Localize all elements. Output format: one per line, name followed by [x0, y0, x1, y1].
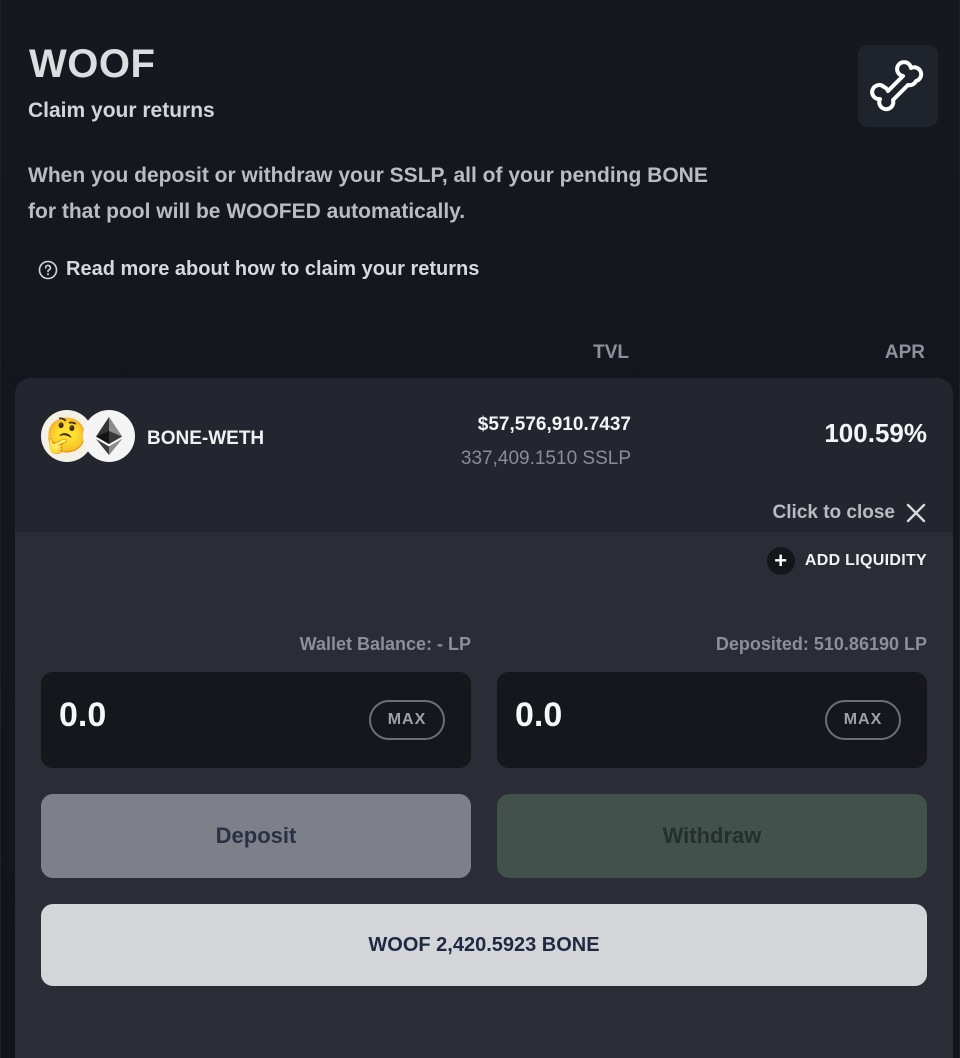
pool-row[interactable]: 🤔 BONE-WETH $57,576,910.7437 337,409.151…: [15, 378, 953, 532]
pool-tvl-usd: $57,576,910.7437: [477, 414, 631, 435]
wallet-balance: Wallet Balance: - LP: [299, 634, 471, 654]
deposit-amount-box: MAX: [41, 672, 471, 768]
tvl-column-header: TVL: [593, 342, 629, 363]
token-a-glyph: 🤔: [45, 417, 89, 455]
pool-pair-name: BONE-WETH: [147, 428, 265, 449]
deposit-button[interactable]: Deposit: [41, 794, 471, 878]
withdraw-max-button[interactable]: MAX: [825, 700, 901, 740]
ethereum-icon: [83, 410, 135, 462]
page-subtitle: Claim your returns: [28, 99, 215, 122]
woof-page: WOOF Claim your returns When you deposit…: [0, 0, 960, 1058]
description-line-2: for that pool will be WOOFED automatical…: [28, 200, 466, 223]
add-liquidity-label: ADD LIQUIDITY: [804, 552, 927, 569]
page-title: WOOF: [29, 42, 156, 86]
withdraw-amount-input[interactable]: [515, 696, 795, 735]
pool-tvl-lp: 337,409.1510 SSLP: [460, 448, 631, 469]
withdraw-button[interactable]: Withdraw: [497, 794, 927, 878]
click-to-close-button[interactable]: Click to close: [773, 502, 928, 524]
woof-claim-button[interactable]: WOOF 2,420.5923 BONE: [41, 904, 927, 986]
plus-icon: +: [766, 547, 795, 575]
claim-returns-help-link[interactable]: Read more about how to claim your return…: [38, 258, 479, 281]
pool-card-bone-weth: 🤔 BONE-WETH $57,576,910.7437 337,409.151…: [15, 378, 953, 1058]
pool-detail-panel: + ADD LIQUIDITY Wallet Balance: - LP Dep…: [15, 532, 953, 1058]
close-icon: [906, 503, 926, 523]
withdraw-amount-box: MAX: [497, 672, 927, 768]
bone-icon: [870, 60, 924, 112]
bone-menu-button[interactable]: [858, 45, 938, 127]
deposited-balance: Deposited: 510.86190 LP: [715, 634, 927, 654]
deposit-amount-input[interactable]: [59, 696, 339, 735]
help-link-label: Read more about how to claim your return…: [66, 258, 480, 280]
add-liquidity-button[interactable]: + ADD LIQUIDITY: [766, 547, 927, 575]
question-circle-icon: [38, 260, 58, 279]
pool-apr: 100.59%: [824, 418, 927, 448]
deposit-max-button[interactable]: MAX: [369, 700, 445, 740]
description-line-1: When you deposit or withdraw your SSLP, …: [28, 164, 708, 187]
ethereum-logo: [96, 417, 122, 455]
apr-column-header: APR: [884, 342, 925, 363]
close-label: Click to close: [772, 502, 896, 523]
woof-description: When you deposit or withdraw your SSLP, …: [28, 158, 788, 230]
